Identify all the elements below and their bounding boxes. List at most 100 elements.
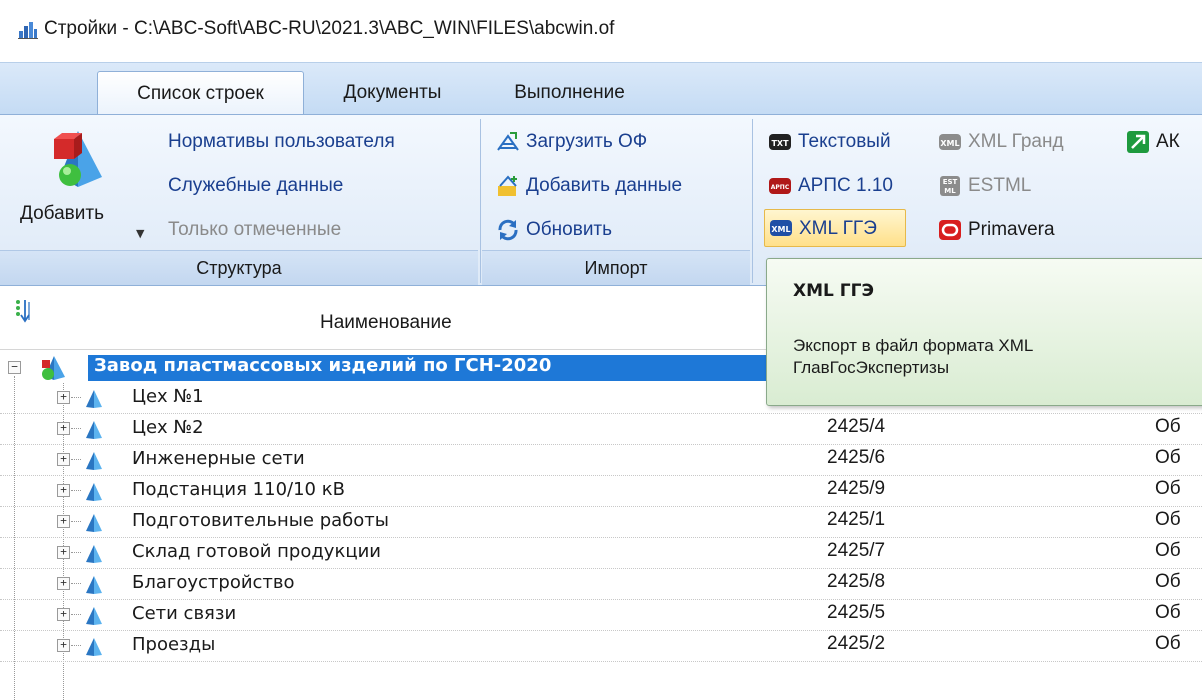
row-type: Об — [1155, 416, 1181, 437]
row-type: Об — [1155, 447, 1181, 468]
xml-icon: XML — [770, 220, 792, 236]
row-code: 2425/8 — [827, 571, 886, 592]
estml-icon: EST ML — [940, 176, 960, 196]
export-ak-label: АК — [1156, 131, 1180, 152]
svg-text:TXT: TXT — [771, 139, 789, 148]
row-name: Подстанция 110/10 кВ — [132, 479, 345, 500]
tree-row[interactable]: + Инженерные сети 2425/6 Об — [0, 445, 1202, 476]
service-data-label: Служебные данные — [168, 175, 344, 196]
tab-documents[interactable]: Документы — [311, 71, 474, 117]
svg-text:ML: ML — [944, 187, 956, 195]
refresh-label: Обновить — [526, 219, 613, 240]
row-code: 2425/5 — [827, 602, 886, 623]
tree-row[interactable]: + Склад готовой продукции 2425/7 Об — [0, 538, 1202, 569]
row-code: 2425/4 — [827, 416, 886, 437]
dropdown-arrow-icon[interactable]: ▼ — [136, 227, 144, 240]
txt-icon: TXT — [769, 134, 791, 150]
group-label-import: Импорт — [482, 250, 750, 285]
tree-row[interactable]: + Подстанция 110/10 кВ 2425/9 Об — [0, 476, 1202, 507]
export-estml-label: ESTML — [968, 175, 1032, 196]
export-xml-gge-button[interactable]: XML XML ГГЭ — [764, 209, 906, 247]
svg-text:EST: EST — [943, 178, 958, 186]
collapse-icon[interactable]: − — [8, 361, 21, 374]
group-structure: Добавить ▼ Нормативы пользователя Служеб… — [0, 115, 478, 285]
row-code: 2425/6 — [827, 447, 886, 468]
expand-icon[interactable]: + — [57, 422, 70, 435]
group-import: Загрузить ОФ Добавить данные Обновить Им… — [482, 115, 750, 285]
row-name: Сети связи — [132, 603, 237, 624]
object-icon — [86, 607, 102, 625]
svg-text:АРПС: АРПС — [771, 184, 790, 191]
tree-connector — [71, 614, 81, 615]
tree-connector — [71, 552, 81, 553]
expand-icon[interactable]: + — [57, 515, 70, 528]
add-objects-icon — [54, 131, 102, 187]
row-code: 2425/9 — [827, 478, 886, 499]
export-arps-label: АРПС 1.10 — [798, 175, 893, 196]
user-norms-button[interactable]: Нормативы пользователя — [168, 125, 395, 159]
tree-connector — [71, 583, 81, 584]
object-icon — [86, 514, 102, 532]
project-icon — [42, 356, 65, 380]
only-marked-label: Только отмеченные — [168, 219, 342, 240]
object-icon — [86, 390, 102, 408]
export-xml-gge-label: XML ГГЭ — [799, 218, 877, 239]
row-code: 2425/1 — [827, 509, 886, 530]
row-code: 2425/7 — [827, 540, 886, 561]
tab-execution[interactable]: Выполнение — [482, 71, 657, 117]
expand-icon[interactable]: + — [57, 577, 70, 590]
user-norms-label: Нормативы пользователя — [168, 131, 395, 152]
row-type: Об — [1155, 633, 1181, 654]
row-name: Цех №2 — [132, 417, 204, 438]
export-xml-grand-label: XML Гранд — [968, 131, 1064, 152]
svg-text:XML: XML — [771, 225, 790, 234]
export-primavera-label: Primavera — [968, 219, 1055, 240]
only-marked-button[interactable]: Только отмеченные — [168, 213, 341, 247]
building-chart-icon — [18, 22, 38, 39]
expand-icon[interactable]: + — [57, 453, 70, 466]
tree-row[interactable]: + Цех №2 2425/4 Об — [0, 414, 1202, 445]
object-icon — [86, 638, 102, 656]
tree-row[interactable]: + Благоустройство 2425/8 Об — [0, 569, 1202, 600]
expand-icon[interactable]: + — [57, 484, 70, 497]
expand-icon[interactable]: + — [57, 639, 70, 652]
tooltip: XML ГГЭ Экспорт в файл формата XML ГлавГ… — [766, 258, 1202, 406]
tree-row[interactable]: + Сети связи 2425/5 Об — [0, 600, 1202, 631]
load-of-icon — [497, 132, 519, 151]
column-header-name[interactable]: Наименование — [320, 312, 452, 334]
tree-connector — [71, 490, 81, 491]
row-name: Благоустройство — [132, 572, 295, 593]
add-data-label: Добавить данные — [526, 175, 683, 196]
expand-icon[interactable]: + — [57, 391, 70, 404]
object-icon — [86, 421, 102, 439]
tree-connector — [71, 428, 81, 429]
expand-icon[interactable]: + — [57, 546, 70, 559]
tree-connector — [71, 459, 81, 460]
row-type: Об — [1155, 509, 1181, 530]
expand-icon[interactable]: + — [57, 608, 70, 621]
ak-icon — [1127, 131, 1149, 153]
row-name: Подготовительные работы — [132, 510, 389, 531]
title-bar: Стройки - C:\ABC-Soft\ABC-RU\2021.3\ABC_… — [0, 0, 1202, 58]
window-title: Стройки - C:\ABC-Soft\ABC-RU\2021.3\ABC_… — [44, 18, 615, 39]
sort-icon[interactable] — [14, 298, 32, 324]
tooltip-title: XML ГГЭ — [793, 281, 874, 301]
tree-row[interactable]: + Подготовительные работы 2425/1 Об — [0, 507, 1202, 538]
group-separator — [752, 119, 753, 283]
tree-connector — [71, 645, 81, 646]
load-of-label: Загрузить ОФ — [526, 131, 648, 152]
tree-connector — [71, 397, 81, 398]
add-data-icon — [498, 175, 517, 196]
add-button-label: Добавить — [20, 203, 104, 224]
row-type: Об — [1155, 571, 1181, 592]
row-type: Об — [1155, 540, 1181, 561]
xml-grand-icon: XML — [939, 134, 961, 150]
row-type: Об — [1155, 602, 1181, 623]
row-name: Цех №1 — [132, 386, 204, 407]
tab-stroyki-list[interactable]: Список строек — [97, 71, 304, 117]
object-icon — [86, 545, 102, 563]
add-button[interactable]: Добавить ▼ — [14, 123, 144, 243]
group-separator — [480, 119, 481, 283]
service-data-button[interactable]: Служебные данные — [168, 169, 343, 203]
tree-row[interactable]: + Проезды 2425/2 Об — [0, 631, 1202, 662]
